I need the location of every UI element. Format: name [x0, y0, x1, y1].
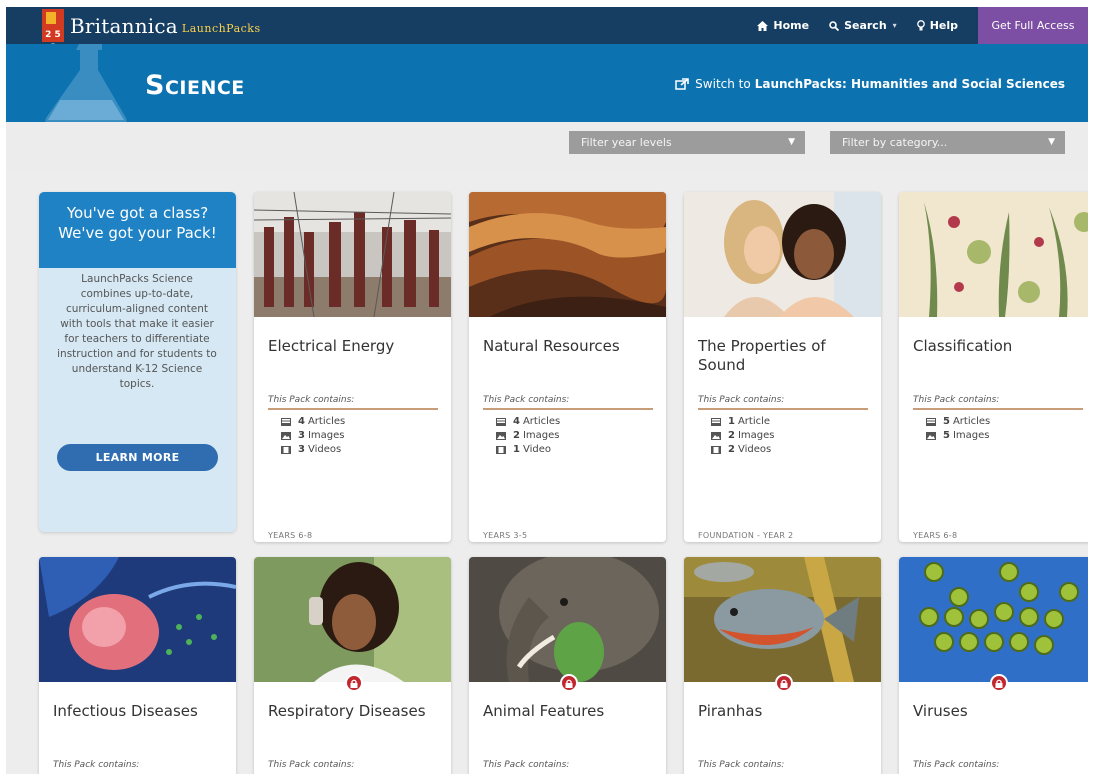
image-icon — [926, 432, 936, 440]
chevron-down-icon: ▼ — [788, 137, 795, 147]
virus-particles-image — [899, 557, 1088, 682]
pack-card-electrical-energy[interactable]: Electrical Energy This Pack contains: 4A… — [254, 192, 451, 542]
chevron-down-icon: ▾ — [892, 21, 897, 30]
pack-card-properties-of-sound[interactable]: The Properties of Sound This Pack contai… — [684, 192, 881, 542]
pack-contains-label: This Pack contains: — [268, 395, 438, 410]
card-title: The Properties of Sound — [698, 337, 826, 374]
image-icon — [281, 432, 291, 440]
pack-grid: You've got a class? We've got your Pack!… — [6, 170, 1088, 774]
image-icon — [711, 432, 721, 440]
pack-contains-label: This Pack contains: — [698, 760, 785, 770]
pack-contains-label: This Pack contains: — [483, 760, 570, 770]
card-title: Viruses — [913, 702, 968, 720]
pack-contains-label: This Pack contains: — [53, 760, 140, 770]
pack-card-piranhas[interactable]: Piranhas This Pack contains: — [684, 557, 881, 774]
home-icon — [757, 20, 769, 31]
pack-stats: 4 Articles 3 Images 3 Videos — [281, 415, 345, 457]
year-level-filter[interactable]: Filter year levels ▼ — [569, 131, 805, 154]
year-level-label: FOUNDATION - YEAR 2 — [698, 531, 794, 540]
video-icon — [496, 446, 506, 454]
promo-heading: You've got a class? We've got your Pack! — [39, 192, 236, 268]
app-window: 2 5 8 Britannica LaunchPacks Home Search… — [6, 7, 1088, 774]
article-icon — [496, 418, 506, 426]
britannica-logo[interactable]: 2 5 8 Britannica LaunchPacks — [42, 9, 261, 53]
nav-search[interactable]: Search ▾ — [829, 19, 897, 32]
lock-icon — [775, 674, 793, 692]
promo-card: You've got a class? We've got your Pack!… — [39, 192, 236, 532]
pack-card-respiratory-diseases[interactable]: Respiratory Diseases This Pack contains: — [254, 557, 451, 774]
chevron-down-icon: ▼ — [1048, 137, 1055, 147]
cell-microscopy-image — [39, 557, 236, 682]
search-icon — [829, 20, 840, 31]
flask-icon — [45, 44, 127, 122]
pack-contains-label: This Pack contains: — [268, 760, 355, 770]
open-pit-mine-image — [469, 192, 666, 317]
pack-card-viruses[interactable]: Viruses This Pack contains: — [899, 557, 1088, 774]
pack-stats: 1 Article 2 Images 2 Videos — [711, 415, 775, 457]
nav-help[interactable]: Help — [916, 19, 958, 32]
article-icon — [926, 418, 936, 426]
promo-description: LaunchPacks Science combines up-to-date,… — [57, 273, 217, 390]
pack-stats: 4 Articles 2 Images 1 Video — [496, 415, 560, 457]
switch-launchpack-link[interactable]: Switch to LaunchPacks: Humanities and So… — [675, 77, 1065, 91]
electrical-substation-image — [254, 192, 451, 317]
pack-contains-label: This Pack contains: — [483, 395, 653, 410]
section-banner: Science Switch to LaunchPacks: Humanitie… — [6, 44, 1088, 122]
children-whispering-image — [684, 192, 881, 317]
video-icon — [711, 446, 721, 454]
image-icon — [496, 432, 506, 440]
card-title: Respiratory Diseases — [268, 702, 426, 720]
lock-icon — [560, 674, 578, 692]
pack-card-natural-resources[interactable]: Natural Resources This Pack contains: 4A… — [469, 192, 666, 542]
card-title: Electrical Energy — [268, 337, 395, 355]
page-title: Science — [145, 70, 245, 101]
get-full-access-button[interactable]: Get Full Access — [978, 7, 1088, 44]
brand-name: Britannica — [70, 13, 178, 38]
card-title: Classification — [913, 337, 1013, 355]
pack-card-infectious-diseases[interactable]: Infectious Diseases This Pack contains: — [39, 557, 236, 774]
pack-contains-label: This Pack contains: — [913, 395, 1083, 410]
card-title: Natural Resources — [483, 337, 620, 355]
year-level-label: YEARS 6-8 — [913, 531, 958, 540]
top-navigation-bar: 2 5 8 Britannica LaunchPacks Home Search… — [6, 7, 1088, 53]
elephant-image — [469, 557, 666, 682]
card-title: Animal Features — [483, 702, 605, 720]
piranha-fish-image — [684, 557, 881, 682]
pack-contains-label: This Pack contains: — [913, 760, 1000, 770]
britannica-emblem-icon: 2 5 8 — [42, 9, 64, 53]
nav-home[interactable]: Home — [757, 19, 809, 32]
pack-contains-label: This Pack contains: — [698, 395, 868, 410]
pack-card-classification[interactable]: Classification This Pack contains: 5 Arti… — [899, 192, 1088, 542]
card-title: Infectious Diseases — [53, 702, 198, 720]
card-title: Piranhas — [698, 702, 763, 720]
year-level-label: YEARS 3-5 — [483, 531, 528, 540]
year-level-label: YEARS 6-8 — [268, 531, 313, 540]
learn-more-button[interactable]: LEARN MORE — [57, 444, 218, 471]
botanical-illustration-image — [899, 192, 1088, 317]
category-filter[interactable]: Filter by category... ▼ — [830, 131, 1065, 154]
lock-icon — [345, 674, 363, 692]
product-name: LaunchPacks — [181, 21, 261, 35]
lightbulb-icon — [916, 20, 925, 31]
pack-stats: 5 Articles 5 Images — [926, 415, 990, 443]
video-icon — [281, 446, 291, 454]
girl-with-inhaler-image — [254, 557, 451, 682]
external-link-icon — [675, 78, 689, 90]
lock-icon — [990, 674, 1008, 692]
article-icon — [711, 418, 721, 426]
pack-card-animal-features[interactable]: Animal Features This Pack contains: — [469, 557, 666, 774]
article-icon — [281, 418, 291, 426]
filter-bar: Filter year levels ▼ Filter by category.… — [6, 122, 1088, 170]
